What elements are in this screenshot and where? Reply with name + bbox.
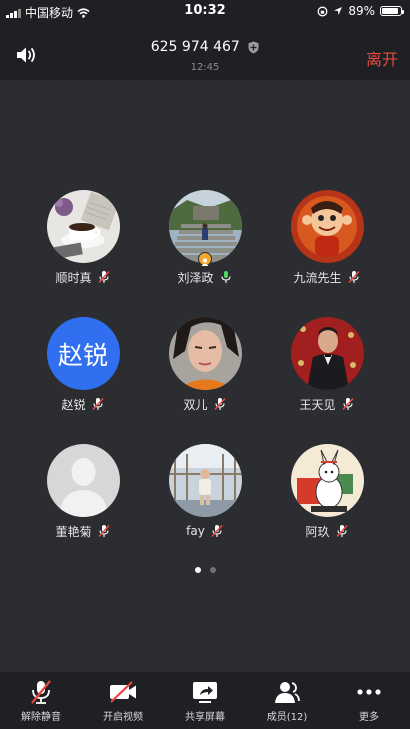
name-row: 刘泽政: [177, 269, 232, 285]
cartoon-rabbit-avatar: [290, 444, 364, 517]
participant-name: 刘泽政: [177, 270, 214, 285]
participant-name: 王天见: [299, 397, 336, 412]
video-off-icon: [110, 681, 136, 703]
participant-name: fay: [186, 524, 205, 538]
name-row: 赵锐: [61, 396, 104, 412]
more-icon: [357, 689, 381, 695]
participant-tile[interactable]: 双儿: [144, 313, 266, 440]
mic-on-icon: [220, 271, 231, 283]
avatar: [46, 444, 120, 517]
share-screen-label: 共享屏幕: [185, 712, 225, 723]
status-right: 89%: [317, 4, 404, 18]
name-row: 王天见: [299, 396, 354, 412]
meeting-id-text: 625 974 467: [150, 39, 240, 55]
mic-muted-icon: [91, 397, 104, 411]
participant-tile[interactable]: 赵锐 赵锐: [22, 313, 144, 440]
battery-icon: [380, 6, 404, 16]
avatar: [290, 190, 364, 263]
members-label: 成员(12): [266, 712, 308, 723]
meeting-id: 625 974 467: [0, 39, 410, 55]
cartoon-monkey-avatar: [290, 190, 364, 263]
share-screen-button[interactable]: 共享屏幕: [164, 672, 246, 729]
more-button[interactable]: 更多: [328, 672, 410, 729]
mic-muted-icon: [347, 270, 360, 284]
start-video-button[interactable]: 开启视频: [82, 672, 164, 729]
page-indicator[interactable]: [0, 567, 410, 573]
page-dot-1[interactable]: [194, 567, 201, 573]
mic-muted-icon: [97, 270, 110, 284]
leave-button[interactable]: 离开: [366, 46, 398, 70]
unmute-button[interactable]: 解除静音: [0, 672, 82, 729]
name-row: 九流先生: [293, 269, 360, 285]
participant-name: 阿玖: [305, 524, 330, 539]
participant-tile[interactable]: 王天见: [266, 313, 388, 440]
meeting-elapsed-time: 12:45: [190, 62, 220, 73]
members-button[interactable]: 成员(12): [246, 672, 328, 729]
name-row: 董艳菊: [55, 523, 110, 539]
page-dot-2[interactable]: [209, 567, 216, 573]
share-screen-icon: [193, 682, 217, 703]
avatar: [290, 444, 364, 517]
unmute-label: 解除静音: [21, 712, 61, 723]
status-bar: 中国移动 10:32 89%: [0, 0, 410, 22]
mic-muted-icon: [335, 524, 348, 538]
avatar-initials: 赵锐: [57, 340, 108, 370]
participant-name: 双儿: [183, 397, 208, 412]
more-label: 更多: [359, 712, 379, 723]
name-row: 阿玖: [305, 523, 348, 539]
participant-name: 顺时真: [55, 270, 92, 285]
name-row: 双儿: [183, 396, 226, 412]
avatar: [46, 190, 120, 263]
start-video-label: 开启视频: [103, 712, 143, 723]
participant-tile[interactable]: 顺时真: [22, 186, 144, 313]
child-photo-avatar: [168, 444, 242, 517]
name-row: 顺时真: [55, 269, 110, 285]
meeting-header: 625 974 467 12:45 离开: [0, 22, 410, 80]
rotation-lock-icon: [317, 6, 328, 16]
participant-name: 董艳菊: [55, 524, 92, 539]
avatar: [168, 444, 242, 517]
participant-name: 九流先生: [293, 270, 342, 285]
participant-tile[interactable]: 刘泽政: [144, 186, 266, 313]
battery-percent: 89%: [348, 4, 375, 18]
participant-tile[interactable]: 九流先生: [266, 186, 388, 313]
participant-tile[interactable]: 董艳菊: [22, 440, 144, 567]
mic-muted-icon: [341, 397, 354, 411]
participant-tile[interactable]: 阿玖: [266, 440, 388, 567]
participant-tile[interactable]: fay: [144, 440, 266, 567]
shield-icon[interactable]: [248, 41, 259, 54]
name-row: fay: [186, 523, 224, 539]
participant-name: 赵锐: [61, 397, 86, 412]
bottom-toolbar: 解除静音 开启视频 共享屏幕 成员(12) 更多: [0, 672, 410, 729]
participants-grid: 顺时真 刘泽政 九流先生 赵锐 赵锐 双儿 王天见 董艳菊 fay 阿玖: [22, 186, 388, 567]
mic-muted-icon: [97, 524, 110, 538]
coffee-photo-avatar: [46, 190, 120, 263]
avatar: [290, 317, 364, 390]
avatar: [168, 317, 242, 390]
mic-muted-icon: [31, 680, 51, 704]
avatar: 赵锐: [46, 317, 120, 390]
location-icon: [334, 7, 343, 15]
members-icon: [275, 682, 300, 703]
default-silhouette-avatar: [46, 444, 120, 517]
selfie-photo-avatar: [168, 317, 242, 390]
host-badge-icon: [198, 252, 212, 266]
man-suit-photo-avatar: [290, 317, 364, 390]
mic-muted-icon: [211, 524, 223, 538]
mic-muted-icon: [213, 397, 226, 411]
